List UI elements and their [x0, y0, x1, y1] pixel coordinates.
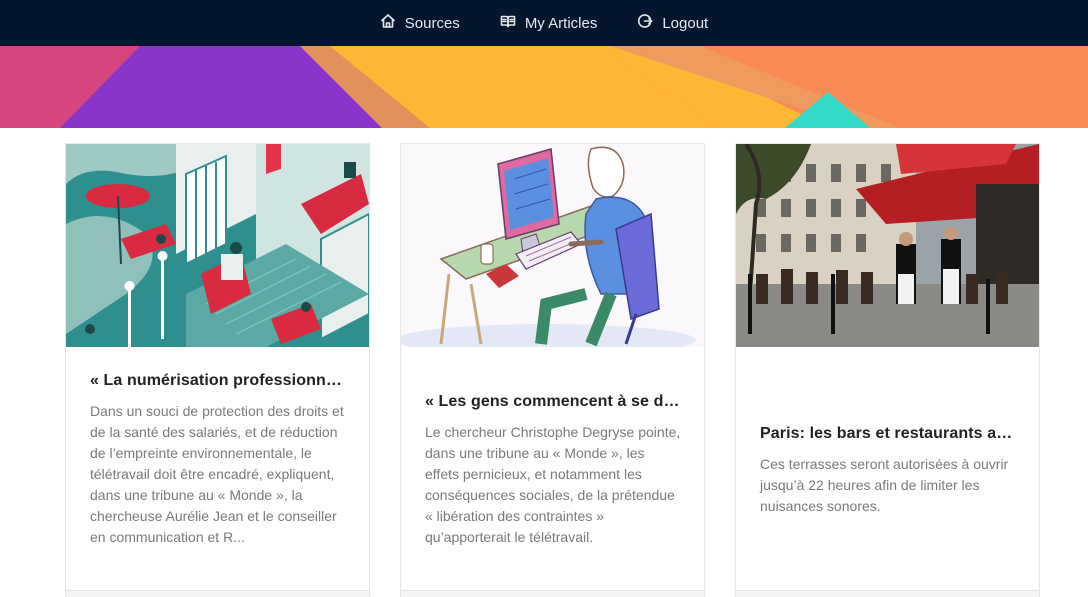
top-navbar: Sources My Articles Logout — [0, 0, 1088, 46]
nav-sources[interactable]: Sources — [380, 13, 460, 33]
article-title[interactable]: Paris: les bars et restaurants aut... — [760, 423, 1017, 445]
article-image[interactable] — [66, 144, 369, 347]
card-footer — [66, 590, 369, 597]
article-title[interactable]: « La numérisation professionnell... — [90, 370, 347, 392]
article-excerpt: Le chercheur Christophe Degryse pointe, … — [425, 424, 681, 545]
hero-banner — [0, 46, 1088, 128]
article-excerpt: Ces terrasses seront autorisées à ouvrir… — [760, 456, 1009, 514]
nav-my-articles-label: My Articles — [524, 14, 598, 32]
nav-logout[interactable]: Logout — [637, 13, 708, 33]
nav-logout-label: Logout — [662, 14, 709, 32]
article-card[interactable]: « Les gens commencent à se de... Le cher… — [400, 143, 705, 597]
article-image[interactable] — [736, 144, 1039, 347]
article-title[interactable]: « Les gens commencent à se de... — [425, 391, 682, 413]
book-icon — [500, 13, 516, 33]
card-footer — [401, 590, 704, 597]
logout-icon — [637, 13, 653, 33]
home-icon — [380, 13, 396, 33]
article-card[interactable]: « La numérisation professionnell... Dans… — [65, 143, 370, 597]
card-footer — [736, 590, 1039, 597]
article-excerpt: Dans un souci de protection des droits e… — [90, 403, 344, 545]
article-card[interactable]: Paris: les bars et restaurants aut... Ce… — [735, 143, 1040, 597]
nav-sources-label: Sources — [404, 14, 460, 32]
article-image[interactable] — [401, 144, 704, 347]
nav-my-articles[interactable]: My Articles — [500, 13, 598, 33]
